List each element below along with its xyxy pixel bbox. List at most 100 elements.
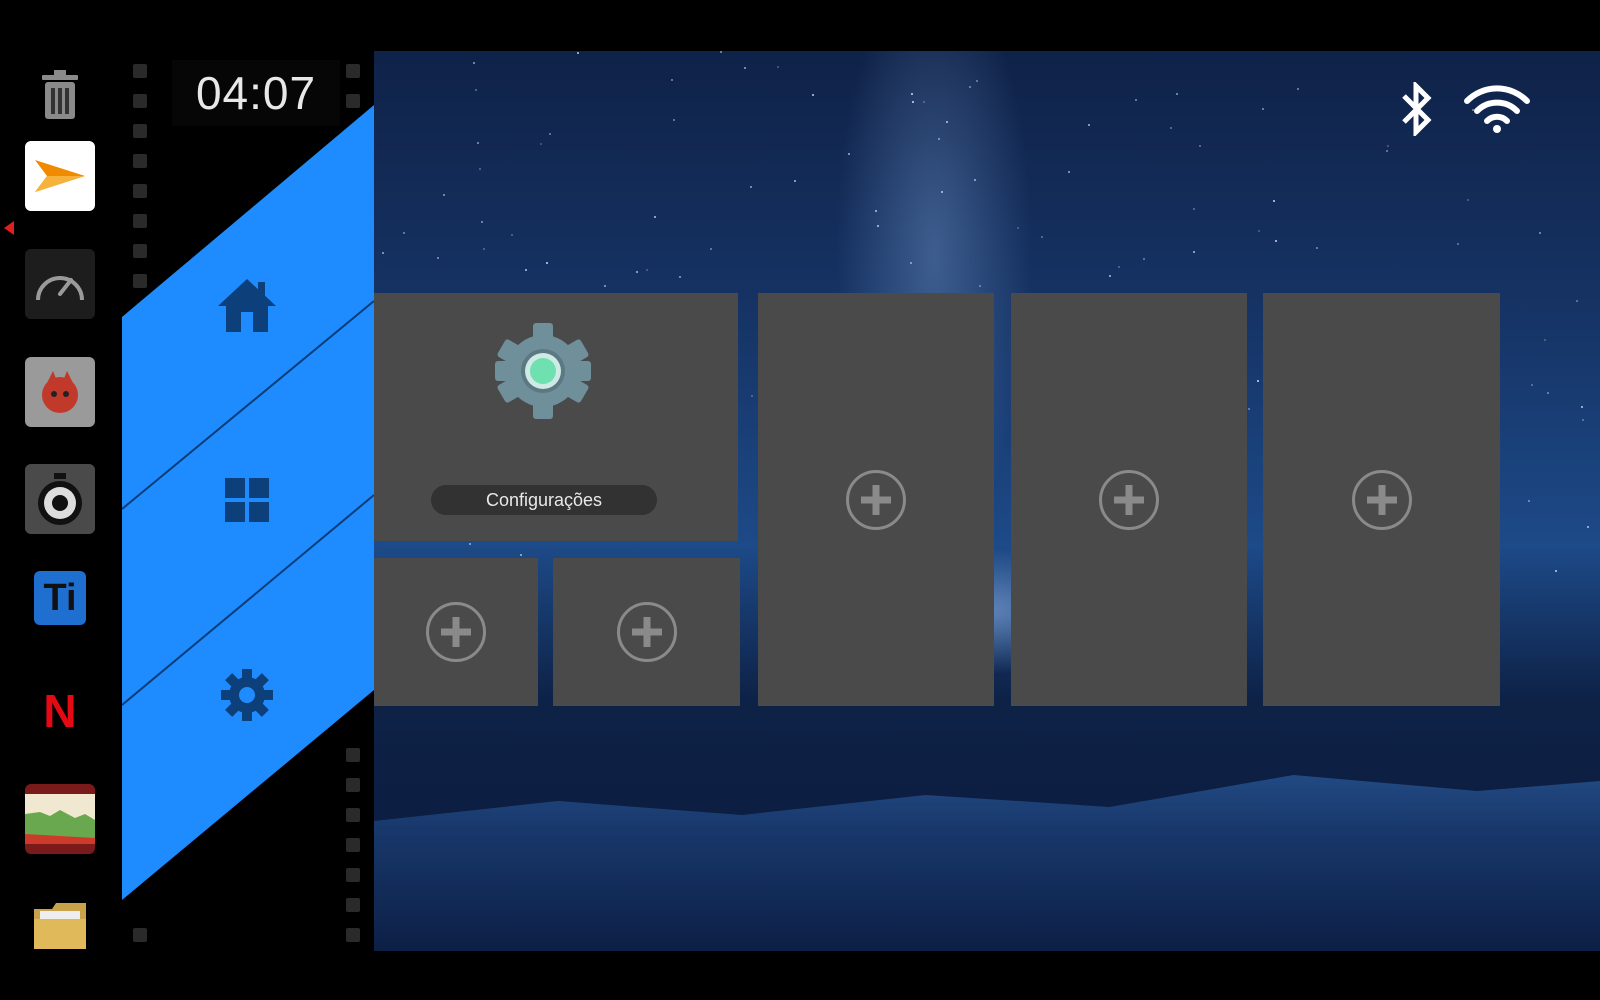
star <box>1297 88 1299 90</box>
star <box>540 143 542 145</box>
settings-icon <box>221 669 273 721</box>
star <box>483 248 485 250</box>
bluetooth-icon <box>1402 82 1432 136</box>
star <box>577 52 579 54</box>
star <box>443 194 445 196</box>
star <box>744 67 746 69</box>
star <box>777 66 779 68</box>
star <box>473 62 475 64</box>
titanium-backup-icon[interactable]: Ti <box>34 571 86 625</box>
star <box>1316 247 1318 249</box>
tile-add-1[interactable] <box>374 558 538 706</box>
star <box>549 133 551 135</box>
menu-home[interactable] <box>212 270 282 340</box>
tile-settings[interactable]: Configurações <box>374 293 738 541</box>
star <box>654 216 656 218</box>
add-icon <box>616 602 677 662</box>
titanium-backup-label: Ti <box>43 576 77 619</box>
star <box>912 101 914 103</box>
star <box>1531 384 1533 386</box>
star <box>1581 406 1583 408</box>
star <box>941 191 943 193</box>
antutu-icon[interactable] <box>25 357 95 427</box>
star <box>875 210 877 212</box>
star <box>479 168 481 170</box>
tile-add-5[interactable] <box>1263 293 1500 706</box>
star <box>969 86 971 88</box>
wifi-icon <box>1464 85 1530 133</box>
star <box>646 269 648 271</box>
tile-add-4[interactable] <box>1011 293 1247 706</box>
star <box>1262 108 1264 110</box>
home-icon <box>218 279 276 332</box>
star <box>525 269 527 271</box>
trash-icon[interactable] <box>25 59 95 129</box>
star <box>976 80 978 82</box>
star <box>1088 124 1090 126</box>
speedometer-icon[interactable] <box>25 249 95 319</box>
star <box>974 179 976 181</box>
star <box>437 257 439 259</box>
star <box>1544 339 1546 341</box>
menu-settings[interactable] <box>212 660 282 730</box>
star <box>1135 99 1137 101</box>
star <box>1017 227 1019 229</box>
star <box>1387 145 1389 147</box>
star <box>511 234 513 236</box>
star <box>946 121 948 123</box>
star <box>911 93 913 95</box>
star <box>1582 419 1584 421</box>
star <box>1199 145 1201 147</box>
netflix-icon[interactable]: N <box>25 676 95 746</box>
star <box>1457 243 1459 245</box>
star <box>720 51 722 53</box>
star <box>604 285 606 287</box>
star <box>1109 275 1111 277</box>
netflix-letter: N <box>43 685 77 737</box>
tile-add-3[interactable] <box>758 293 994 706</box>
settings-gear-icon <box>495 323 591 419</box>
star <box>923 101 925 103</box>
star <box>1576 300 1578 302</box>
tile-add-2[interactable] <box>553 558 740 706</box>
star <box>1041 236 1043 238</box>
add-icon <box>1099 469 1159 530</box>
star <box>1547 392 1549 394</box>
star <box>403 232 405 234</box>
star <box>1587 526 1589 528</box>
selection-arrow-icon <box>4 221 14 235</box>
star <box>477 142 479 144</box>
star <box>848 153 850 155</box>
add-icon <box>846 469 906 530</box>
star <box>1118 266 1120 268</box>
star <box>673 119 675 121</box>
star <box>751 395 753 397</box>
star <box>1258 230 1260 232</box>
chart-app-icon[interactable] <box>25 784 95 854</box>
add-icon <box>426 602 486 662</box>
star <box>1068 171 1070 173</box>
star <box>382 252 384 254</box>
star <box>1386 150 1388 152</box>
add-icon <box>1351 469 1412 530</box>
star <box>979 285 981 287</box>
status-bar <box>1400 82 1530 136</box>
star <box>1539 232 1541 234</box>
star <box>481 221 483 223</box>
star <box>1193 208 1195 210</box>
stopwatch-icon[interactable] <box>25 464 95 534</box>
star <box>1467 199 1469 201</box>
star <box>1143 258 1145 260</box>
menu-windows[interactable] <box>212 465 282 535</box>
windows-icon <box>225 478 269 522</box>
star <box>877 225 879 227</box>
star <box>1257 380 1259 382</box>
app-3dmark-icon[interactable] <box>25 141 95 211</box>
star <box>671 79 673 81</box>
star <box>636 271 638 273</box>
star <box>1193 251 1195 253</box>
star <box>520 554 522 556</box>
star <box>938 138 940 140</box>
star <box>475 89 477 91</box>
file-manager-icon[interactable] <box>25 891 95 961</box>
